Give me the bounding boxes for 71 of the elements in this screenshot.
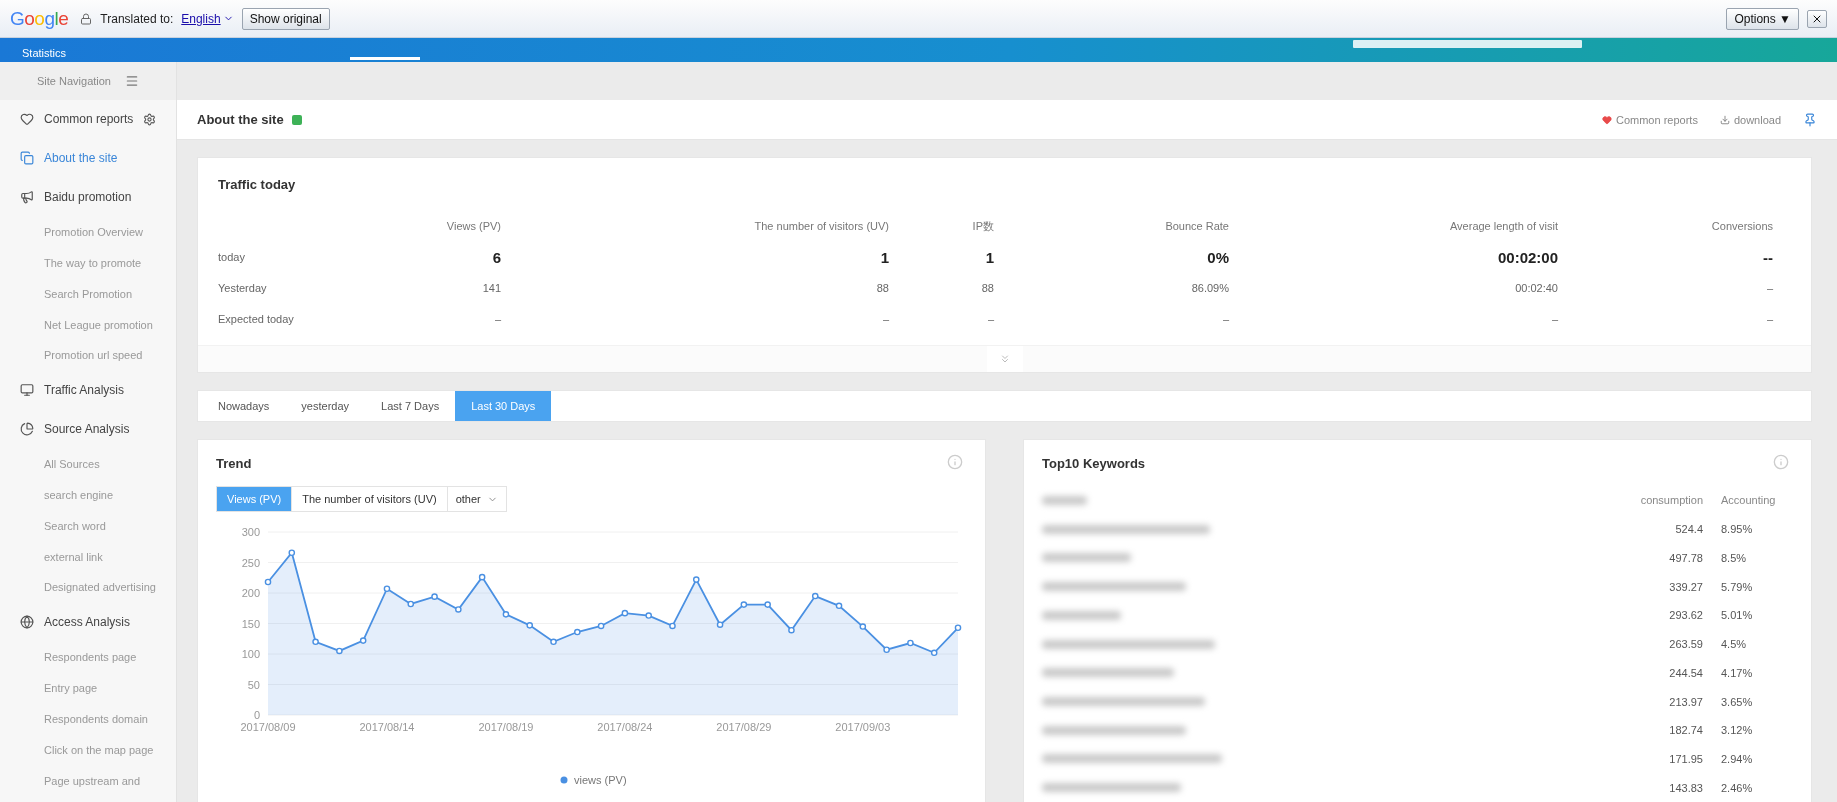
table-cell-text: 00:02:40 xyxy=(1514,281,1558,296)
google-logo: Google xyxy=(10,7,69,30)
table-cell-text: 1 xyxy=(984,248,994,268)
table-cell-text: 5.01% xyxy=(1720,609,1754,622)
card-title: Traffic today xyxy=(218,176,296,192)
row-label: Yesterday xyxy=(218,281,268,296)
table-cell-text: 2.46% xyxy=(1720,781,1754,794)
table-cell-text: 141 xyxy=(481,281,501,296)
column-header: The number of visitors (UV) xyxy=(753,219,889,234)
table-cell-text: 00:02:00 xyxy=(1496,248,1558,268)
table-cell-text: 339.27 xyxy=(1668,580,1703,593)
table-cell-text: 182.74 xyxy=(1668,724,1703,737)
table-cell-text: 213.97 xyxy=(1668,695,1703,708)
table-cell-text: 0% xyxy=(1206,248,1229,268)
axis-label: 200 xyxy=(241,587,260,599)
header-title: Statistics xyxy=(22,46,66,61)
card-title: Top10 Keywords xyxy=(1042,455,1146,471)
column-header: Average length of visit xyxy=(1448,219,1558,234)
column-header: consumption xyxy=(1639,494,1703,507)
table-cell-text: 143.83 xyxy=(1668,781,1703,794)
axis-label: 2017/08/24 xyxy=(597,721,653,733)
row-label: Expected today xyxy=(218,312,295,327)
nav-label: Site Navigation xyxy=(37,75,111,87)
table-cell-text: 6 xyxy=(491,248,501,268)
table-cell-text: – xyxy=(493,312,501,327)
table-cell-text: – xyxy=(1550,312,1558,327)
table-cell-text: 8.5% xyxy=(1720,551,1748,564)
page-title: About the site xyxy=(197,112,284,127)
table-cell-text: 88 xyxy=(875,281,889,296)
table-cell-text: – xyxy=(1765,312,1773,327)
axis-label: 2017/08/09 xyxy=(240,721,296,733)
column-header: Accounting xyxy=(1720,494,1777,507)
axis-label: 100 xyxy=(241,648,260,660)
column-header: Views (PV) xyxy=(445,219,501,234)
table-cell-text: 5.79% xyxy=(1720,580,1754,593)
table-cell-text: 244.54 xyxy=(1668,666,1703,679)
table-cell-text: 8.95% xyxy=(1720,523,1754,536)
table-cell-text: 3.12% xyxy=(1720,724,1754,737)
axis-label: 0 xyxy=(253,709,260,721)
table-cell-text: 2.94% xyxy=(1720,752,1754,765)
table-cell-text: – xyxy=(881,312,889,327)
table-cell-text: -- xyxy=(1762,248,1773,268)
axis-label: 50 xyxy=(247,678,260,691)
table-cell-text: – xyxy=(1221,312,1229,327)
table-cell-text: 86.09% xyxy=(1190,281,1229,296)
table-cell-text: 524.4 xyxy=(1674,523,1703,536)
table-cell-text: 88 xyxy=(980,281,994,296)
table-cell-text: 293.62 xyxy=(1668,609,1703,622)
axis-label: 2017/08/29 xyxy=(716,721,772,733)
axis-label: 2017/08/19 xyxy=(478,721,534,733)
axis-label: 250 xyxy=(241,556,260,569)
table-cell-text: 263.59 xyxy=(1668,638,1703,651)
table-cell-text: 497.78 xyxy=(1668,551,1703,564)
column-header: Bounce Rate xyxy=(1164,219,1229,234)
axis-label: 150 xyxy=(241,617,260,630)
axis-label: 300 xyxy=(241,526,260,538)
axis-label: 2017/09/03 xyxy=(835,721,891,733)
translate-label: Translated to: xyxy=(100,11,174,26)
column-header: IP数 xyxy=(971,219,994,234)
table-cell-text: 171.95 xyxy=(1668,752,1703,765)
axis-label: 2017/08/14 xyxy=(359,721,415,733)
card-title: Trend xyxy=(216,455,252,471)
table-cell-text: 1 xyxy=(879,248,889,268)
table-cell-text: 4.17% xyxy=(1720,666,1754,679)
table-cell-text: 4.5% xyxy=(1720,638,1748,651)
column-header: Conversions xyxy=(1710,219,1773,234)
row-label: today xyxy=(218,250,246,265)
table-cell-text: – xyxy=(986,312,994,327)
legend-label: views (PV) xyxy=(574,774,627,786)
table-cell-text: 3.65% xyxy=(1720,695,1754,708)
table-cell-text: – xyxy=(1765,281,1773,296)
